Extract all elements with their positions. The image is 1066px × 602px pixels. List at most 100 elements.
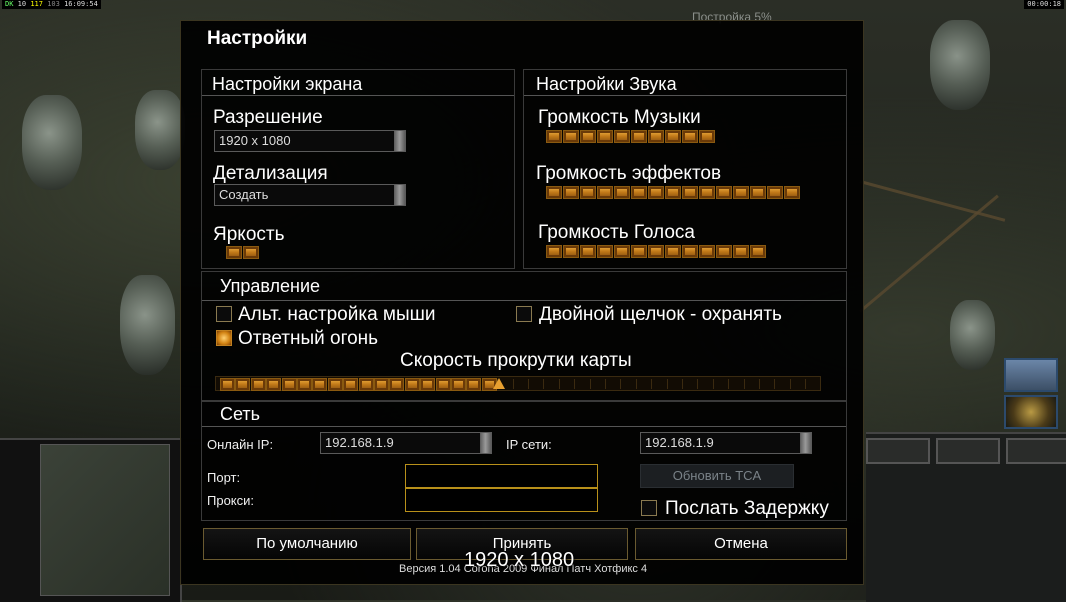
send-delay-checkbox[interactable]: [641, 500, 657, 516]
level-segment: [358, 378, 374, 391]
level-segment: [420, 378, 436, 391]
online-ip-select[interactable]: 192.168.1.9: [320, 432, 492, 454]
minimap[interactable]: [0, 438, 182, 602]
level-segment: [546, 130, 562, 143]
fps-value-c: 103: [47, 0, 60, 8]
level-segment: [682, 130, 698, 143]
level-segment: [451, 378, 466, 391]
screen-settings-title: Настройки экрана: [212, 74, 363, 94]
command-tab[interactable]: [866, 438, 930, 464]
scroll-speed-label: Скорость прокрутки карты: [400, 350, 632, 371]
level-segment: [389, 378, 405, 391]
empty-segment: [789, 379, 791, 389]
online-ip-label: Онлайн IP:: [207, 437, 274, 452]
empty-segment: [759, 379, 760, 389]
tree: [22, 95, 82, 190]
dropdown-arrow-icon[interactable]: [394, 185, 405, 205]
level-segment: [563, 130, 579, 143]
empty-segment: [528, 379, 529, 389]
resolution-select[interactable]: 1920 x 1080: [214, 130, 406, 152]
level-segment: [665, 186, 681, 199]
level-segment: [733, 186, 749, 199]
level-segment: [648, 186, 664, 199]
empty-segment: [712, 379, 714, 389]
tree: [120, 275, 175, 375]
level-segment: [580, 186, 596, 199]
net-ip-select[interactable]: 192.168.1.9: [640, 432, 812, 454]
dropdown-arrow-icon[interactable]: [800, 433, 811, 453]
build-queue-icon[interactable]: [1004, 358, 1058, 392]
empty-segment: [605, 379, 606, 389]
level-segment: [312, 378, 328, 391]
level-segment: [580, 130, 596, 143]
divider: [524, 95, 846, 96]
level-segment: [648, 130, 664, 143]
dropdown-arrow-icon[interactable]: [480, 433, 491, 453]
empty-segment: [805, 379, 807, 389]
level-segment: [614, 245, 630, 258]
return-fire-checkbox[interactable]: [216, 330, 232, 346]
detail-select[interactable]: Создать: [214, 184, 406, 206]
level-segment: [327, 378, 343, 391]
empty-segment: [512, 379, 514, 389]
voice-volume-slider[interactable]: [546, 245, 766, 258]
port-field[interactable]: [405, 464, 598, 488]
slider-knob-icon[interactable]: [493, 378, 506, 389]
level-segment: [750, 186, 766, 199]
proxy-field[interactable]: [405, 488, 598, 512]
defaults-button[interactable]: По умолчанию: [203, 528, 411, 560]
settings-dialog: Настройки Настройки экрана Разрешение 19…: [180, 20, 864, 585]
level-segment: [220, 378, 235, 391]
command-tab[interactable]: [936, 438, 1000, 464]
empty-segment: [774, 379, 776, 389]
level-segment: [266, 378, 282, 391]
send-delay-label: Послать Задержку: [665, 498, 829, 519]
scroll-speed-slider[interactable]: [215, 376, 821, 391]
empty-segment: [651, 379, 653, 389]
level-segment: [563, 186, 579, 199]
radar-icon[interactable]: [1004, 395, 1058, 429]
divider: [202, 300, 846, 301]
effects-volume-label: Громкость эффектов: [536, 163, 722, 184]
cancel-button[interactable]: Отмена: [635, 528, 847, 560]
net-ip-label: IP сети:: [506, 437, 552, 452]
effects-volume-slider[interactable]: [546, 186, 800, 199]
level-segment: [563, 245, 579, 258]
double-click-checkbox[interactable]: [516, 306, 532, 322]
resolution-value: 1920 x 1080: [219, 133, 291, 148]
empty-segment: [697, 379, 699, 389]
alt-mouse-label: Альт. настройка мыши: [238, 304, 436, 325]
sound-settings-group: Настройки Звука Громкость Музыки Громкос…: [523, 69, 847, 269]
online-ip-value: 192.168.1.9: [325, 435, 394, 450]
level-segment: [597, 130, 613, 143]
command-tab[interactable]: [1006, 438, 1066, 464]
level-segment: [716, 186, 732, 199]
alt-mouse-checkbox[interactable]: [216, 306, 232, 322]
empty-segment: [558, 379, 560, 389]
level-segment: [716, 245, 732, 258]
level-segment: [614, 186, 630, 199]
level-segment: [699, 245, 715, 258]
minimap-view[interactable]: [40, 444, 170, 596]
empty-segment: [574, 379, 576, 389]
level-segment: [648, 245, 664, 258]
level-segment: [631, 186, 647, 199]
port-label: Порт:: [207, 470, 241, 485]
dialog-title: Настройки: [207, 28, 308, 49]
empty-segment: [543, 379, 545, 389]
game-timer: 00:00:18: [1024, 0, 1064, 9]
level-segment: [750, 245, 766, 258]
music-volume-slider[interactable]: [546, 130, 715, 143]
level-segment: [281, 378, 297, 391]
level-segment: [435, 378, 451, 391]
divider: [202, 95, 514, 96]
dropdown-arrow-icon[interactable]: [394, 131, 405, 151]
update-tca-button[interactable]: Обновить TCA: [640, 464, 794, 488]
railway-track: [859, 180, 1006, 222]
level-segment: [250, 378, 266, 391]
brightness-slider[interactable]: [226, 246, 259, 259]
level-segment: [733, 245, 749, 258]
resolution-label: Разрешение: [213, 107, 323, 128]
level-segment: [631, 245, 647, 258]
level-segment: [767, 186, 783, 199]
